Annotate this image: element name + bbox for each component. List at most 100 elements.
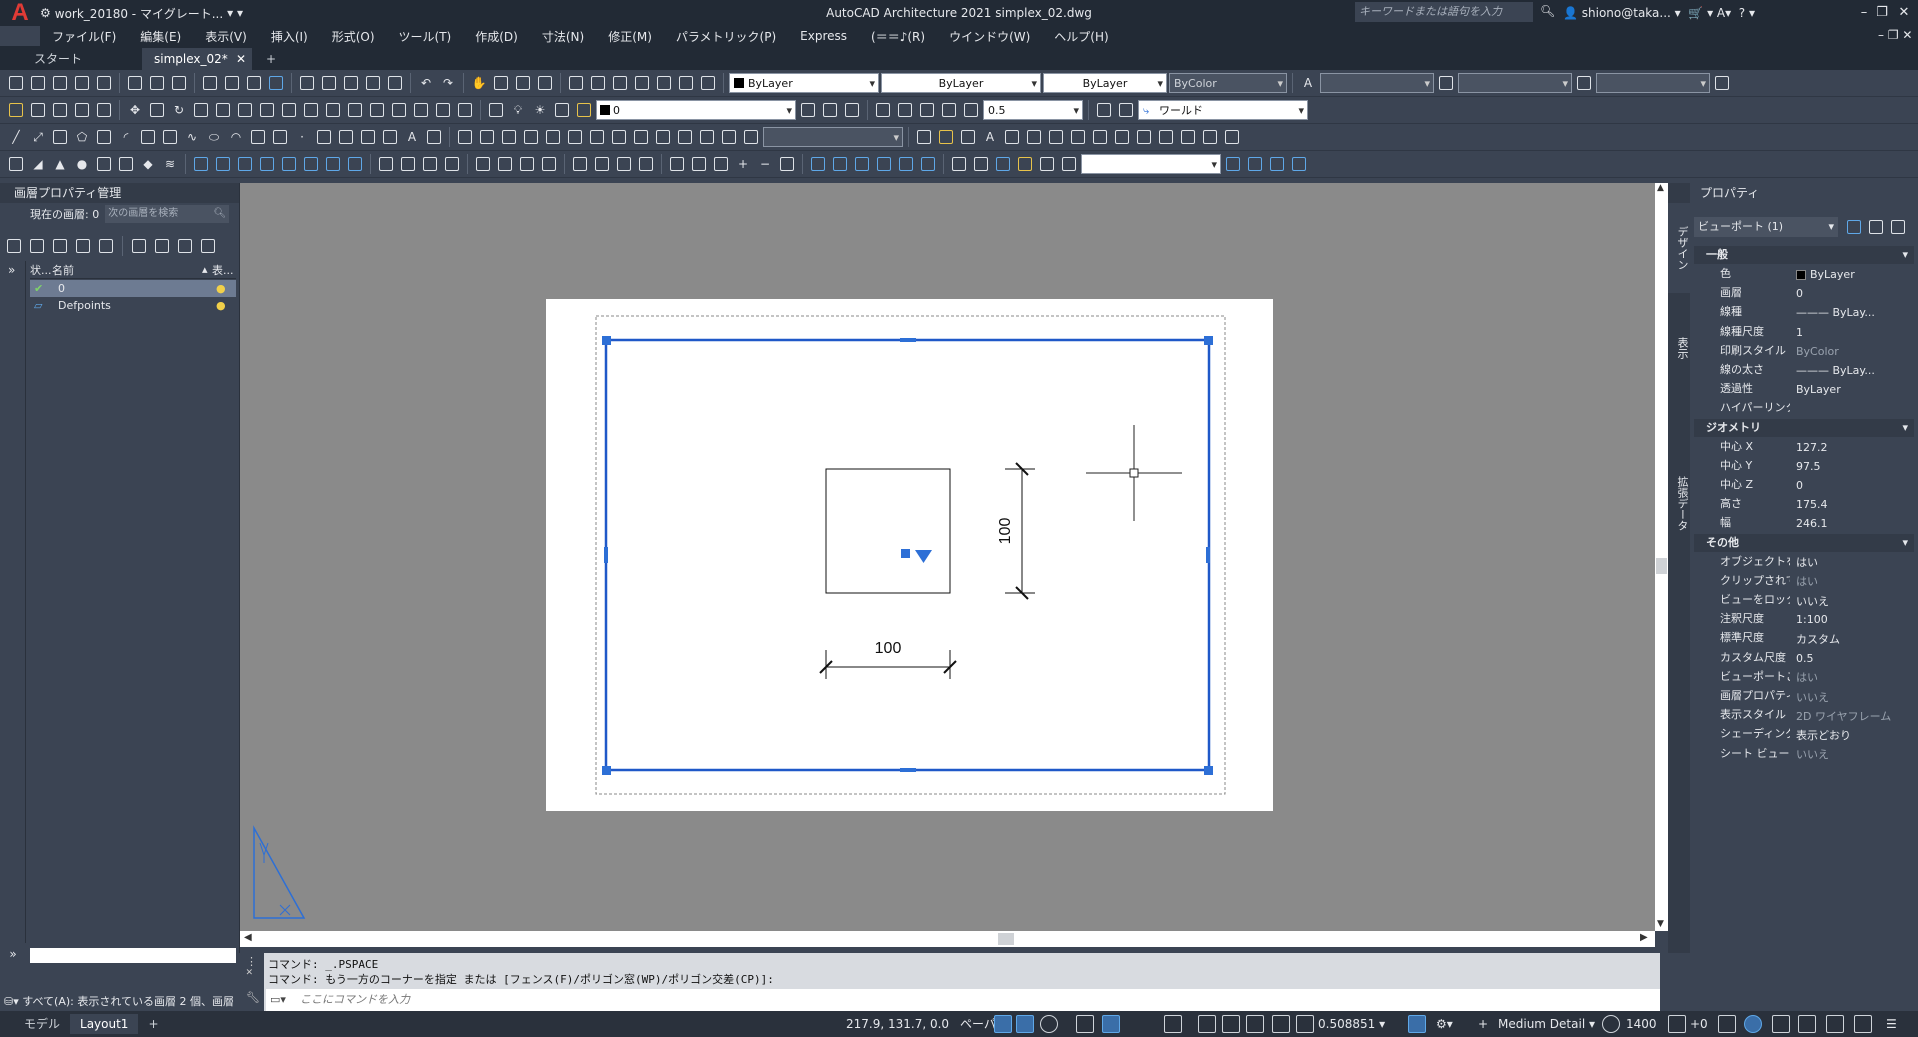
elevation-icon[interactable] xyxy=(1602,1015,1620,1033)
tool-icon[interactable] xyxy=(455,127,475,147)
grip[interactable] xyxy=(1204,766,1213,775)
dim-linear-icon[interactable] xyxy=(28,100,48,120)
tool-icon[interactable] xyxy=(636,154,656,174)
tool-icon[interactable] xyxy=(1090,127,1110,147)
layer-row[interactable]: ✔ 0 ● xyxy=(30,280,236,297)
select-objects-icon[interactable] xyxy=(1866,217,1886,237)
property-value[interactable]: 127.2 xyxy=(1790,438,1914,457)
annotation-visibility-icon[interactable] xyxy=(1222,1015,1240,1033)
layer-search-input[interactable]: 次の画層を検索 🔍︎ xyxy=(105,205,230,223)
property-value[interactable]: 97.5 xyxy=(1790,457,1914,476)
zoom-previous-icon[interactable] xyxy=(535,73,555,93)
grip[interactable] xyxy=(602,336,611,345)
layout-tool-icon[interactable] xyxy=(1826,1015,1844,1033)
construction-line-icon[interactable]: ⤢ xyxy=(28,127,48,147)
tool-icon[interactable] xyxy=(539,154,559,174)
rectangle-icon[interactable] xyxy=(94,127,114,147)
layer-unlock-icon[interactable] xyxy=(552,100,572,120)
dim-ordinate-icon[interactable] xyxy=(94,100,114,120)
tool-icon[interactable] xyxy=(28,73,48,93)
command-input[interactable]: ▭▾ ここにコマンドを入力 xyxy=(266,989,1660,1011)
join-icon[interactable] xyxy=(433,100,453,120)
detail-level-dropdown[interactable]: Medium Detail ▾ xyxy=(1498,1014,1595,1034)
tool-icon[interactable] xyxy=(1223,154,1243,174)
subtract-icon[interactable] xyxy=(323,154,343,174)
tool-icon[interactable] xyxy=(363,73,383,93)
dim-arc-icon[interactable] xyxy=(72,100,92,120)
tool-icon[interactable] xyxy=(50,73,70,93)
extend-icon[interactable] xyxy=(279,100,299,120)
lineweight-combo[interactable]: ByLayer xyxy=(1043,73,1167,94)
print-icon[interactable] xyxy=(200,73,220,93)
command-window-grip[interactable]: ⋮ ✕ 🔧︎ xyxy=(240,953,264,1011)
zoom-icon[interactable] xyxy=(491,73,511,93)
mirror-icon[interactable] xyxy=(235,100,255,120)
tool-icon[interactable] xyxy=(499,127,519,147)
design-center-icon[interactable] xyxy=(588,73,608,93)
layer-combo[interactable]: 0 xyxy=(596,100,796,121)
section-header[interactable]: ジオメトリ xyxy=(1694,418,1914,437)
tab-layout1[interactable]: Layout1 xyxy=(70,1014,139,1034)
menu-misc[interactable]: (＝＝♪(R) xyxy=(859,28,937,45)
property-row[interactable]: 画層プロパティの... いいえ xyxy=(1694,687,1914,706)
layer-tool-icon[interactable] xyxy=(96,236,116,256)
menu-file[interactable]: ファイル(F) xyxy=(40,28,128,45)
tool-icon[interactable] xyxy=(777,154,797,174)
tool-icon[interactable] xyxy=(420,154,440,174)
calculator-icon[interactable] xyxy=(676,73,696,93)
layer-states-icon[interactable] xyxy=(175,236,195,256)
dim-style-icon[interactable] xyxy=(1436,73,1456,93)
property-row[interactable]: ハイパーリンク xyxy=(1694,399,1914,418)
property-value[interactable]: 0 xyxy=(1790,284,1914,303)
dim-aligned-icon[interactable] xyxy=(50,100,70,120)
tool-icon[interactable] xyxy=(1267,154,1287,174)
property-value[interactable]: いいえ xyxy=(1790,745,1914,764)
close-icon[interactable]: ✕ xyxy=(246,965,253,978)
layer-thaw-icon[interactable]: ☀ xyxy=(530,100,550,120)
union-icon[interactable] xyxy=(301,154,321,174)
layer-properties-icon[interactable] xyxy=(486,100,506,120)
hatch-icon[interactable] xyxy=(314,127,334,147)
add-selected-icon[interactable] xyxy=(424,127,444,147)
dim-text-vertical[interactable]: 100 xyxy=(997,518,1014,545)
tool-icon[interactable] xyxy=(477,127,497,147)
ellipse-arc-icon[interactable]: ◠ xyxy=(226,127,246,147)
col-name[interactable]: 名前 xyxy=(52,262,202,278)
clean-screen-icon[interactable] xyxy=(1772,1015,1790,1033)
help-search-input[interactable]: キーワードまたは語句を入力 xyxy=(1355,2,1533,22)
tool-icon[interactable] xyxy=(587,127,607,147)
property-row[interactable]: 標準尺度 カスタム xyxy=(1694,629,1914,648)
property-value[interactable]: ByLayer xyxy=(1790,380,1914,399)
text-icon[interactable]: A xyxy=(980,127,1000,147)
properties-icon[interactable] xyxy=(566,73,586,93)
help-icon[interactable] xyxy=(698,73,718,93)
ucs-combo[interactable]: ⤷ ワールド xyxy=(1138,100,1308,121)
property-row[interactable]: 幅 246.1 xyxy=(1694,514,1914,533)
tool-icon[interactable] xyxy=(222,73,242,93)
polar-icon[interactable] xyxy=(1040,1015,1058,1033)
tool-icon[interactable] xyxy=(244,73,264,93)
dim-style-combo[interactable] xyxy=(1458,73,1572,94)
menu-dimension[interactable]: 寸法(N) xyxy=(530,28,596,45)
layer-row[interactable]: ▱ Defpoints ● xyxy=(30,297,236,314)
selection-combo[interactable]: ビューポート (1) ▾ xyxy=(1694,217,1838,237)
stretch-icon[interactable] xyxy=(213,100,233,120)
layer-previous-icon[interactable] xyxy=(820,100,840,120)
layer-settings-icon[interactable] xyxy=(198,236,218,256)
zoom-out-icon[interactable]: − xyxy=(755,154,775,174)
tool-icon[interactable] xyxy=(874,154,894,174)
table-style-combo[interactable] xyxy=(1596,73,1710,94)
grip[interactable] xyxy=(604,547,608,563)
move-icon[interactable]: ✥ xyxy=(125,100,145,120)
tool-icon[interactable] xyxy=(852,154,872,174)
save-icon[interactable] xyxy=(169,73,189,93)
workspace-switcher[interactable]: ⚙ work_20180 - マイグレート... ▾ ▾ xyxy=(40,5,243,22)
ucs-named-combo[interactable] xyxy=(763,127,903,148)
mtext-icon[interactable]: A xyxy=(402,127,422,147)
pyramid-icon[interactable]: ◆ xyxy=(138,154,158,174)
scroll-down-icon[interactable]: ▼ xyxy=(1657,919,1664,929)
horizontal-scrollbar[interactable]: ◀ ▶ xyxy=(240,931,1655,947)
tool-icon[interactable] xyxy=(495,154,515,174)
new-filter-icon[interactable] xyxy=(129,236,149,256)
menu-tools[interactable]: ツール(T) xyxy=(387,28,464,45)
